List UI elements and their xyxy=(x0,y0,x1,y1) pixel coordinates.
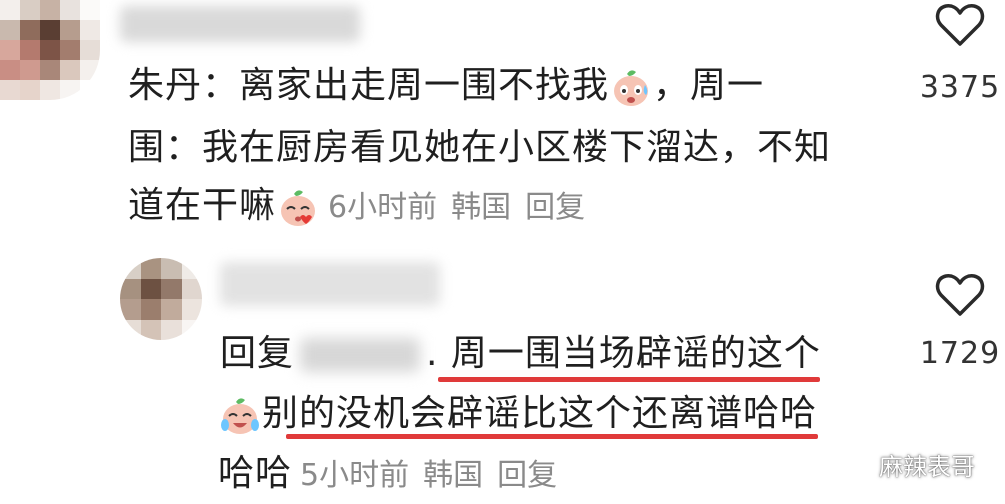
red-underline-annotation xyxy=(438,377,820,382)
reply-prefix: 回复 xyxy=(220,333,295,374)
location-label: 韩国 xyxy=(423,458,484,493)
red-underline-annotation xyxy=(286,434,818,439)
username-blurred[interactable] xyxy=(120,6,360,42)
comment-text-line: 哈哈 5小时前 韩国 回复 xyxy=(218,446,571,504)
comment-text: 道在干嘛 xyxy=(128,185,277,226)
replier-avatar-blurred[interactable] xyxy=(120,258,202,340)
peach-face-emoji-icon xyxy=(614,70,649,106)
watermark: 麻辣表哥 xyxy=(843,447,975,482)
reply-button[interactable]: 回复 xyxy=(497,458,557,493)
comment-text-line: 围：我在厨房看见她在小区楼下溜达，不知 xyxy=(128,120,831,176)
like-count: 3375 xyxy=(919,70,1001,105)
like-control[interactable]: 3375 xyxy=(915,2,1005,105)
username-blurred[interactable] xyxy=(220,262,440,306)
comment-meta: 6小时前 韩国 回复 xyxy=(328,190,599,225)
timestamp: 5小时前 xyxy=(300,458,410,493)
heart-outline-icon[interactable] xyxy=(935,2,985,48)
comment-text: ，周一 xyxy=(653,65,765,106)
watermark-text: 麻辣表哥 xyxy=(879,453,975,481)
like-control[interactable]: 1729 xyxy=(915,272,1005,371)
peach-kiss-emoji-icon xyxy=(281,190,316,226)
comment-text: 围：我在厨房看见她在小区楼下溜达，不知 xyxy=(128,127,832,168)
comment-text: 哈哈 xyxy=(218,453,293,494)
location-label: 韩国 xyxy=(451,190,512,225)
comment-text: 周一围当场辟谣的这个 xyxy=(450,333,821,374)
comment-text-line: 朱丹：离家出走周一围不找我 ，周一 xyxy=(128,58,764,114)
comment-meta: 5小时前 韩国 回复 xyxy=(300,458,571,493)
separator: . xyxy=(426,333,439,374)
commenter-avatar-blurred[interactable] xyxy=(0,0,100,100)
reply-button[interactable]: 回复 xyxy=(525,190,585,225)
reply-target-username-blurred[interactable] xyxy=(300,338,421,372)
heart-outline-icon[interactable] xyxy=(935,272,985,318)
comment-text: 别的没机会辟谣比这个还离谱哈哈 xyxy=(262,393,818,434)
comment-text-line: 回复. 周一围当场辟谣的这个 xyxy=(220,326,821,382)
comment-text: 朱丹：离家出走周一围不找我 xyxy=(128,65,610,106)
peach-crying-laugh-emoji-icon xyxy=(221,398,259,434)
like-count: 1729 xyxy=(919,336,1001,371)
comment-text-line: 道在干嘛 6小时前 韩国 回复 xyxy=(128,178,599,236)
timestamp: 6小时前 xyxy=(328,190,438,225)
wechat-icon xyxy=(843,452,873,476)
